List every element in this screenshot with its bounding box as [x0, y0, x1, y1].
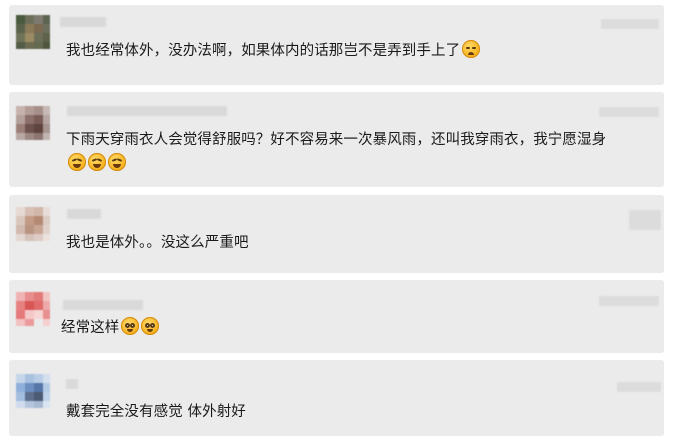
timestamp-blurred	[601, 19, 659, 29]
comment-text: 戴套完全没有感觉 体外射好	[66, 404, 246, 420]
pleading-face-icon	[121, 317, 140, 335]
timestamp-blurred	[617, 382, 661, 392]
username-blurred[interactable]	[67, 106, 227, 116]
comment-card: 我也是体外。。没这么严重吧	[9, 195, 664, 273]
comment-card: 经常这样	[9, 280, 664, 353]
comment-card: 下雨天穿雨衣人会觉得舒服吗？好不容易来一次暴风雨，还叫我穿雨衣，我宁愿湿身	[9, 92, 664, 187]
avatar[interactable]	[16, 292, 50, 326]
laughing-face-icon	[108, 153, 126, 171]
comment-text: 我也经常体外，没办法啊，如果体内的话那岂不是弄到手上了	[66, 39, 624, 63]
timestamp-blurred	[599, 296, 659, 306]
timestamp-blurred	[599, 107, 659, 117]
pleading-face-icon	[141, 317, 160, 335]
comment-card: 戴套完全没有感觉 体外射好	[9, 360, 664, 436]
username-blurred[interactable]	[67, 209, 101, 219]
timestamp-blurred	[629, 210, 661, 230]
laughing-face-icon	[88, 153, 106, 171]
laughing-face-icon	[68, 153, 86, 171]
avatar[interactable]	[16, 106, 50, 140]
comment-card: 我也经常体外，没办法啊，如果体内的话那岂不是弄到手上了	[9, 5, 664, 85]
crying-face-icon	[462, 40, 481, 58]
username-blurred[interactable]	[60, 17, 106, 27]
username-blurred[interactable]	[66, 379, 78, 389]
avatar[interactable]	[16, 15, 50, 49]
comment-text: 我也是体外。。没这么严重吧	[66, 235, 249, 251]
comment-text: 下雨天穿雨衣人会觉得舒服吗？好不容易来一次暴风雨，还叫我穿雨衣，我宁愿湿身	[66, 128, 624, 176]
comment-text: 经常这样	[61, 316, 624, 340]
avatar[interactable]	[16, 207, 50, 241]
avatar[interactable]	[16, 374, 50, 408]
username-blurred[interactable]	[63, 300, 143, 310]
